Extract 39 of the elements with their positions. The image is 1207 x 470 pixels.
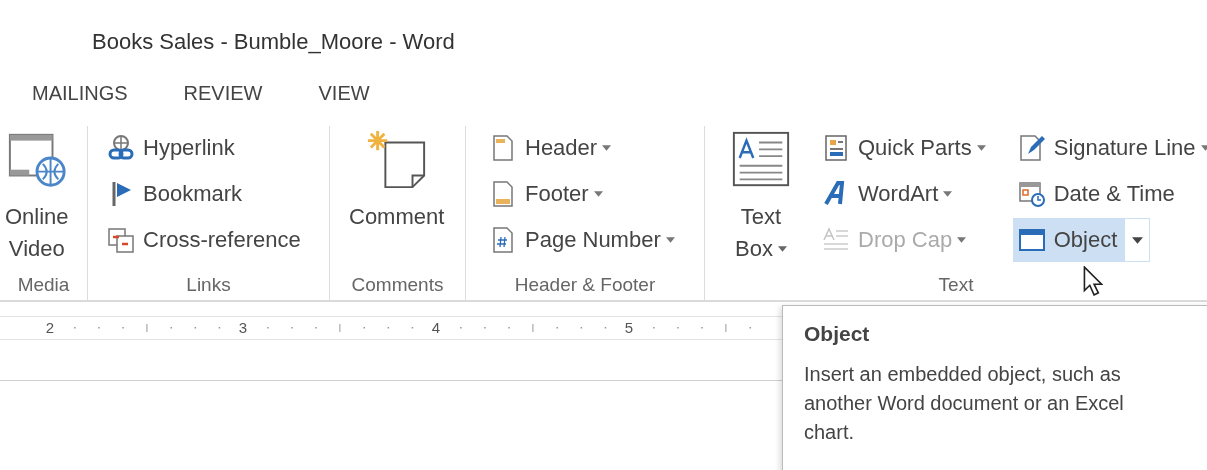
ribbon-button[interactable]: WordArt <box>817 172 960 216</box>
ruler-number: 5 <box>623 318 635 338</box>
globe-link-icon <box>107 134 135 162</box>
ruler-number: 4 <box>430 318 442 338</box>
group-label: Media <box>17 273 70 297</box>
sticky-note-icon <box>365 129 428 191</box>
window-title: Books Sales - Bumble_Moore - Word <box>91 28 456 56</box>
ribbon-button[interactable]: Comment <box>344 126 450 234</box>
ribbon-tab[interactable]: REVIEW <box>173 81 273 105</box>
ribbon-button[interactable]: Object <box>1012 218 1125 262</box>
group-label: Header & Footer <box>514 273 656 297</box>
ribbon-button[interactable]: Signature Line <box>1012 126 1207 170</box>
ruler-number: 2 <box>44 318 56 338</box>
dropdown-button[interactable] <box>1124 218 1151 262</box>
ribbon-button[interactable]: Text Box <box>725 126 797 266</box>
cross-reference-icon <box>107 226 135 254</box>
ribbon-tab[interactable]: MAILINGS <box>22 81 138 105</box>
ribbon-button[interactable]: Footer <box>484 172 610 216</box>
mouse-pointer-icon <box>1083 266 1103 296</box>
ribbon-button[interactable]: Online Video <box>0 126 74 266</box>
signature-pen-icon <box>1017 134 1046 162</box>
ruler-number: 3 <box>237 318 249 338</box>
ribbon-button[interactable]: Quick Parts <box>817 126 993 170</box>
quick-parts-icon <box>822 134 850 162</box>
tooltip-title: Object <box>804 322 871 346</box>
group-label: Text <box>938 273 974 297</box>
ribbon-button[interactable]: Page Number <box>484 218 682 262</box>
group-label: Comments <box>351 273 444 297</box>
ribbon-button[interactable]: Cross-reference <box>102 218 308 262</box>
ribbon-tab[interactable]: VIEW <box>308 81 380 105</box>
group-label: Links <box>186 273 231 297</box>
ribbon-button[interactable]: Header <box>484 126 619 170</box>
calendar-clock-icon <box>1017 180 1046 208</box>
ribbon-button[interactable]: Bookmark <box>102 172 250 216</box>
ribbon-button[interactable]: Hyperlink <box>102 126 242 170</box>
ribbon-button[interactable]: Date & Time <box>1012 172 1182 216</box>
tooltip-description: Insert an embedded object, such as another Word document or an Excel chart. <box>804 362 1125 445</box>
caret-icon <box>1131 236 1143 244</box>
window-icon <box>1017 226 1046 254</box>
